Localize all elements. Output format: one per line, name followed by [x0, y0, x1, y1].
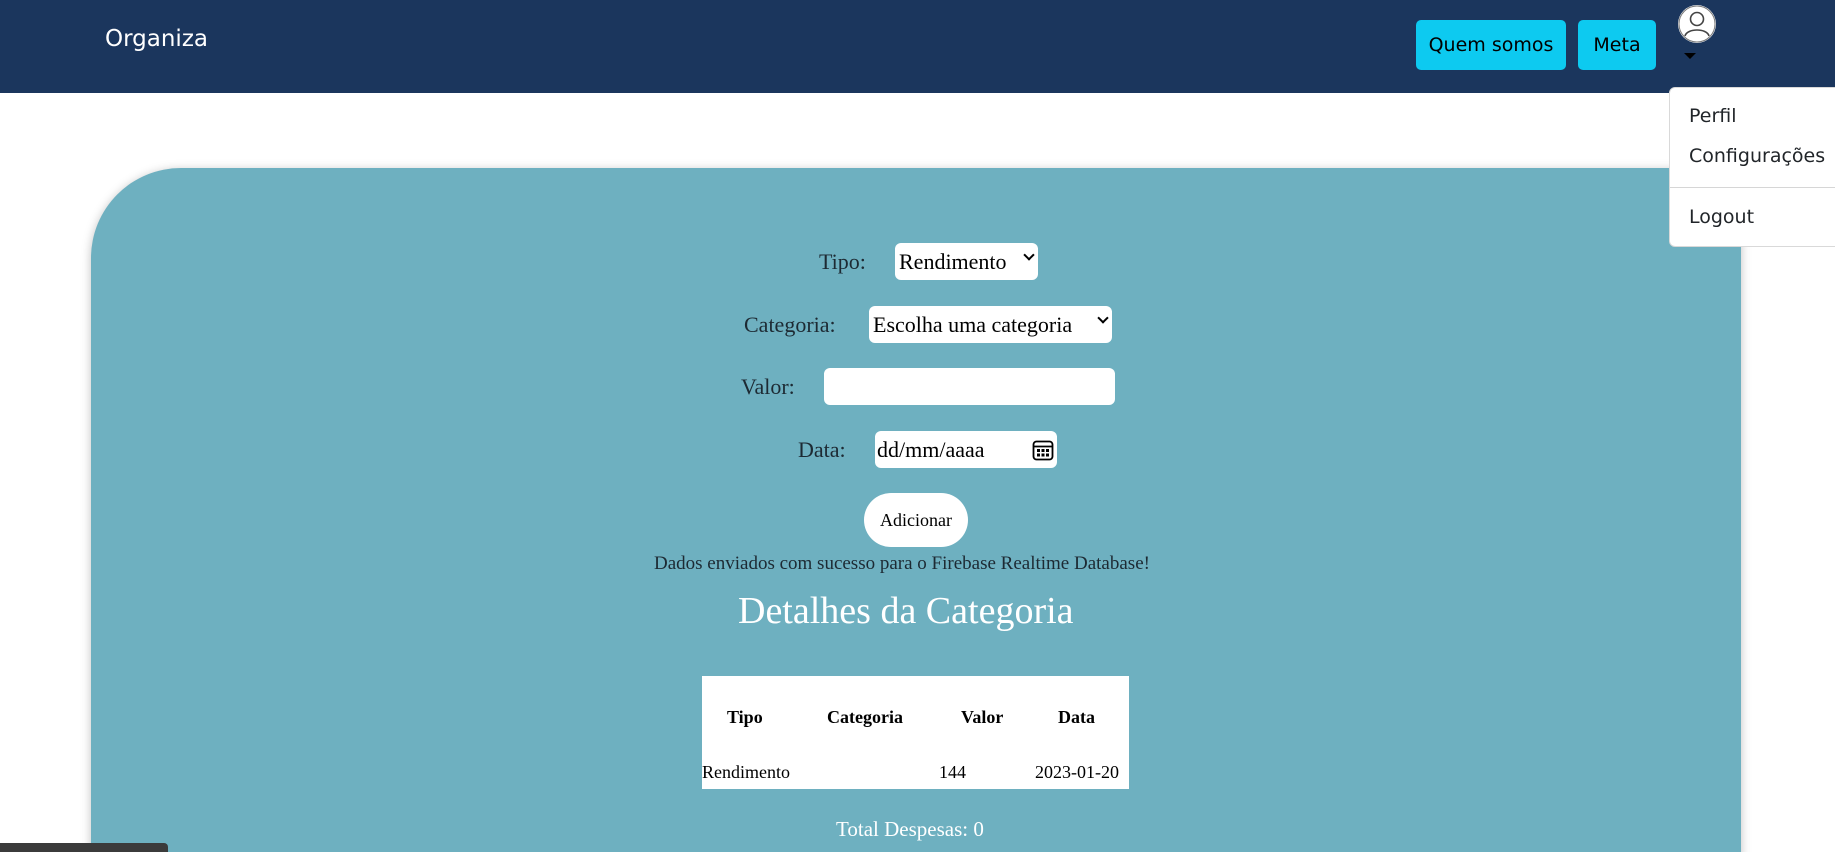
- user-avatar-icon[interactable]: [1678, 5, 1716, 43]
- table-cell-data: 2023-01-20: [1035, 762, 1119, 782]
- details-table: Tipo Categoria Valor Data Rendimento 144…: [702, 676, 1129, 789]
- categoria-select[interactable]: Escolha uma categoria: [869, 306, 1112, 343]
- dropdown-item-configuracoes[interactable]: Configurações: [1689, 145, 1825, 167]
- chevron-down-icon: [1097, 312, 1109, 324]
- table-cell-valor: 144: [939, 762, 966, 782]
- data-label: Data:: [798, 437, 846, 462]
- success-message: Dados enviados com sucesso para o Fireba…: [654, 553, 1150, 574]
- table-header-categoria: Categoria: [827, 707, 903, 727]
- user-dropdown-menu: Perfil Configurações Logout: [1669, 87, 1835, 247]
- tipo-select[interactable]: Rendimento: [895, 243, 1038, 280]
- data-date-input[interactable]: dd/mm/aaaa: [875, 431, 1057, 468]
- categoria-select-value: Escolha uma categoria: [873, 311, 1073, 337]
- total-despesas: Total Despesas: 0: [836, 817, 984, 841]
- calendar-icon[interactable]: [1031, 438, 1055, 468]
- adicionar-button[interactable]: Adicionar: [864, 493, 968, 547]
- top-navbar: Organiza Quem somos Meta: [0, 0, 1835, 93]
- chevron-down-icon: [1023, 249, 1035, 261]
- table-header-data: Data: [1058, 707, 1095, 727]
- categoria-label: Categoria:: [744, 312, 836, 337]
- details-heading: Detalhes da Categoria: [738, 590, 1074, 632]
- table-cell-tipo: Rendimento: [702, 762, 790, 782]
- caret-down-icon[interactable]: [1684, 53, 1696, 59]
- brand-logo-text[interactable]: Organiza: [105, 26, 208, 52]
- valor-input[interactable]: [824, 368, 1115, 405]
- dropdown-item-logout[interactable]: Logout: [1689, 206, 1754, 228]
- browser-status-tooltip: [0, 843, 168, 852]
- valor-label: Valor:: [741, 374, 795, 399]
- tipo-select-value: Rendimento: [899, 248, 1007, 274]
- tipo-label: Tipo:: [819, 249, 866, 274]
- table-header-tipo: Tipo: [727, 707, 763, 727]
- meta-button[interactable]: Meta: [1578, 20, 1656, 70]
- quem-somos-button[interactable]: Quem somos: [1416, 20, 1566, 70]
- dropdown-item-perfil[interactable]: Perfil: [1689, 105, 1737, 127]
- date-placeholder: dd/mm/aaaa: [877, 436, 985, 462]
- dropdown-divider: [1670, 187, 1835, 188]
- table-header-valor: Valor: [961, 707, 1004, 727]
